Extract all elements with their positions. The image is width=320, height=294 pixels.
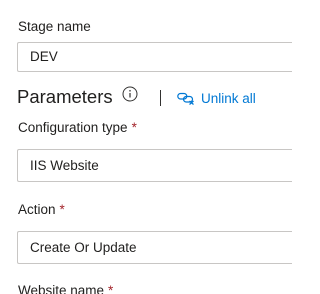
required-marker: * — [59, 202, 65, 217]
action-label: Action * — [18, 202, 65, 217]
action-label-text: Action — [18, 202, 56, 217]
configuration-type-label-text: Configuration type — [18, 120, 128, 135]
header-divider — [160, 90, 161, 106]
action-value: Create Or Update — [30, 240, 137, 255]
configuration-type-value: IIS Website — [30, 158, 99, 173]
stage-name-input[interactable]: DEV — [17, 42, 292, 72]
unlink-all-button[interactable]: Unlink all — [177, 89, 256, 107]
website-name-label: Website name * — [18, 283, 113, 294]
website-name-label-text: Website name — [18, 283, 105, 294]
stage-name-label-text: Stage name — [18, 19, 91, 34]
configuration-type-label: Configuration type * — [18, 120, 137, 135]
stage-name-label: Stage name — [18, 19, 91, 34]
info-icon[interactable] — [122, 86, 138, 102]
required-marker: * — [131, 120, 137, 135]
unlink-icon — [177, 92, 194, 105]
stage-name-value: DEV — [30, 49, 58, 64]
configuration-type-select[interactable]: IIS Website — [17, 149, 292, 182]
parameters-title: Parameters — [17, 86, 113, 107]
stage-settings-panel: Stage name DEV Parameters Unlink all Con… — [0, 0, 292, 294]
unlink-all-label: Unlink all — [201, 90, 256, 106]
action-select[interactable]: Create Or Update — [17, 231, 292, 264]
required-marker: * — [108, 283, 114, 294]
